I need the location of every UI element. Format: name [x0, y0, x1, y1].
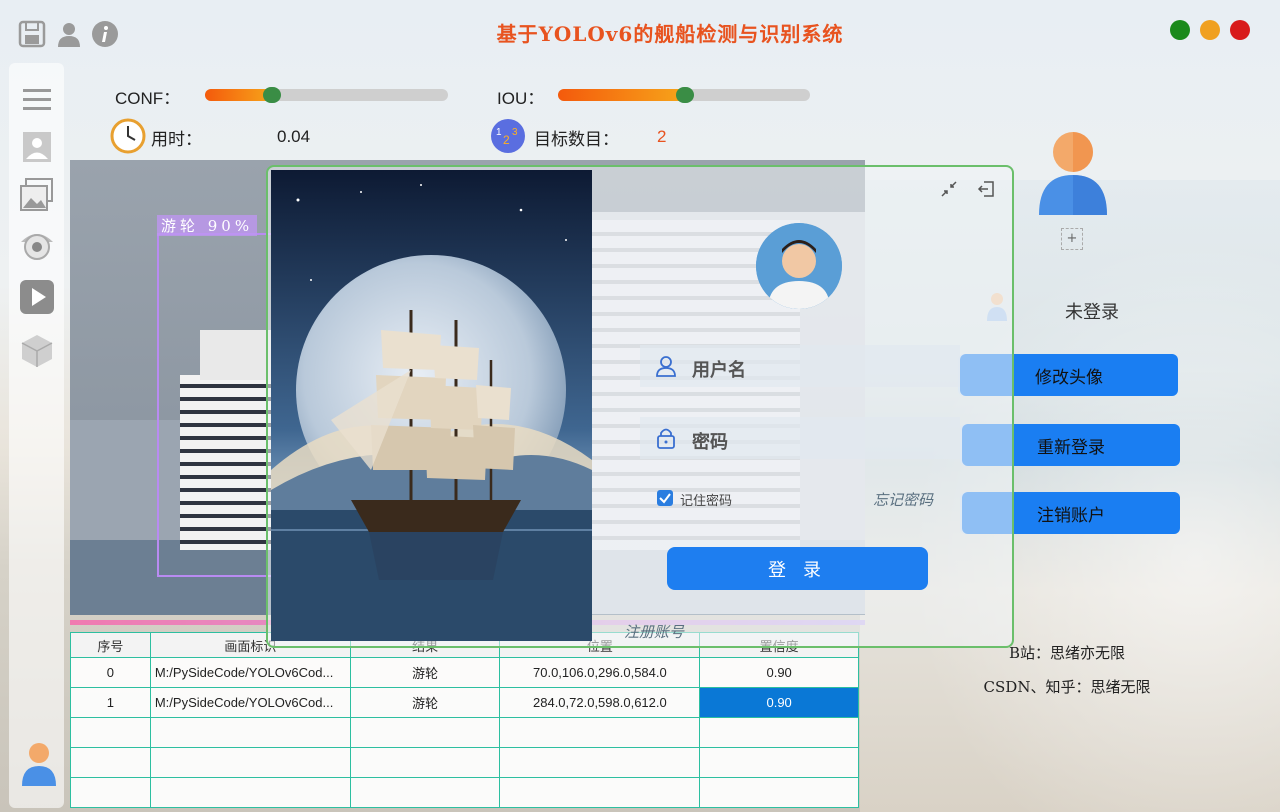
camera-icon[interactable] — [18, 226, 56, 264]
svg-text:1: 1 — [496, 127, 502, 138]
lock-icon — [657, 428, 675, 449]
table-row[interactable]: 0 M:/PySideCode/YOLOv6Cod... 游轮 70.0,106… — [70, 657, 859, 688]
menu-icon[interactable] — [18, 80, 56, 118]
footer-csdn: CSDN、知乎：思绪无限 — [983, 678, 1151, 696]
save-icon[interactable] — [18, 20, 46, 48]
forgot-password-link[interactable]: 忘记密码 — [873, 489, 933, 510]
table-cell[interactable]: 1 — [70, 687, 151, 718]
iou-label: IOU： — [497, 89, 545, 108]
conf-slider[interactable] — [205, 87, 448, 103]
count-value: 2 — [657, 127, 667, 146]
remember-label[interactable]: 记住密码 — [680, 490, 732, 509]
close-button[interactable] — [1230, 20, 1250, 40]
table-cell[interactable]: M:/PySideCode/YOLOv6Cod... — [149, 687, 351, 718]
time-value: 0.04 — [277, 127, 311, 146]
conf-label: CONF： — [115, 89, 181, 108]
username-icon — [656, 356, 676, 377]
video-icon[interactable] — [18, 278, 56, 316]
exit-icon[interactable] — [976, 178, 998, 200]
table-row[interactable]: 1 M:/PySideCode/YOLOv6Cod... 游轮 284.0,72… — [70, 687, 859, 718]
register-link[interactable]: 注册账号 — [624, 621, 684, 642]
login-artwork — [271, 170, 592, 641]
avatar-icon[interactable] — [20, 742, 58, 788]
svg-text:2: 2 — [503, 133, 510, 147]
svg-text:3: 3 — [512, 127, 518, 138]
login-button[interactable]: 登 录 — [667, 547, 928, 590]
time-label: 用时： — [151, 130, 202, 149]
collapse-icon[interactable] — [938, 178, 960, 200]
account-avatar-icon — [1039, 132, 1107, 215]
table-cell[interactable]: 游轮 — [349, 687, 501, 718]
image-icon[interactable] — [18, 128, 56, 166]
app-title: 基于YOLOv6的舰船检测与识别系统 — [496, 22, 844, 46]
table-cell-selected[interactable]: 0.90 — [699, 687, 859, 718]
table-cell[interactable]: 70.0,106.0,296.0,584.0 — [499, 657, 701, 688]
iou-slider-handle[interactable] — [676, 87, 694, 103]
table-row-empty[interactable] — [70, 717, 859, 748]
results-table: 序号 画面标识 结果 位置 置信度 0 M:/PySideCode/YOLOv6… — [70, 632, 859, 808]
remember-checkbox[interactable] — [657, 490, 673, 506]
add-avatar-button[interactable]: + — [1061, 228, 1083, 250]
minimize-button[interactable] — [1200, 20, 1220, 40]
login-status: 未登录 — [1065, 302, 1119, 323]
table-cell[interactable]: 0.90 — [699, 657, 859, 688]
username-field[interactable] — [640, 345, 960, 387]
column-header[interactable]: 序号 — [70, 632, 151, 658]
maximize-button[interactable] — [1170, 20, 1190, 40]
iou-slider[interactable] — [558, 87, 810, 103]
conf-slider-handle[interactable] — [263, 87, 281, 103]
table-cell[interactable]: M:/PySideCode/YOLOv6Cod... — [149, 657, 351, 688]
info-icon[interactable] — [91, 20, 119, 48]
password-input[interactable]: 密码 — [692, 428, 728, 454]
folder-images-icon[interactable] — [18, 176, 56, 214]
count-icon: 1 2 3 — [491, 119, 525, 153]
detection-box-label: 游轮 90% — [157, 215, 258, 236]
sidebar — [9, 63, 64, 808]
iou-slider-fill — [558, 89, 686, 101]
model-cube-icon[interactable] — [18, 332, 56, 370]
table-row-empty[interactable] — [70, 777, 859, 808]
password-field[interactable] — [640, 417, 960, 459]
count-label: 目标数目： — [534, 130, 619, 149]
table-cell[interactable]: 游轮 — [349, 657, 501, 688]
user-icon[interactable] — [55, 20, 83, 48]
username-input[interactable]: 用户名 — [692, 356, 746, 382]
clock-icon — [110, 118, 146, 154]
login-user-photo — [756, 223, 842, 309]
table-cell[interactable]: 0 — [70, 657, 151, 688]
table-cell[interactable]: 284.0,72.0,598.0,612.0 — [499, 687, 701, 718]
table-row-empty[interactable] — [70, 747, 859, 778]
